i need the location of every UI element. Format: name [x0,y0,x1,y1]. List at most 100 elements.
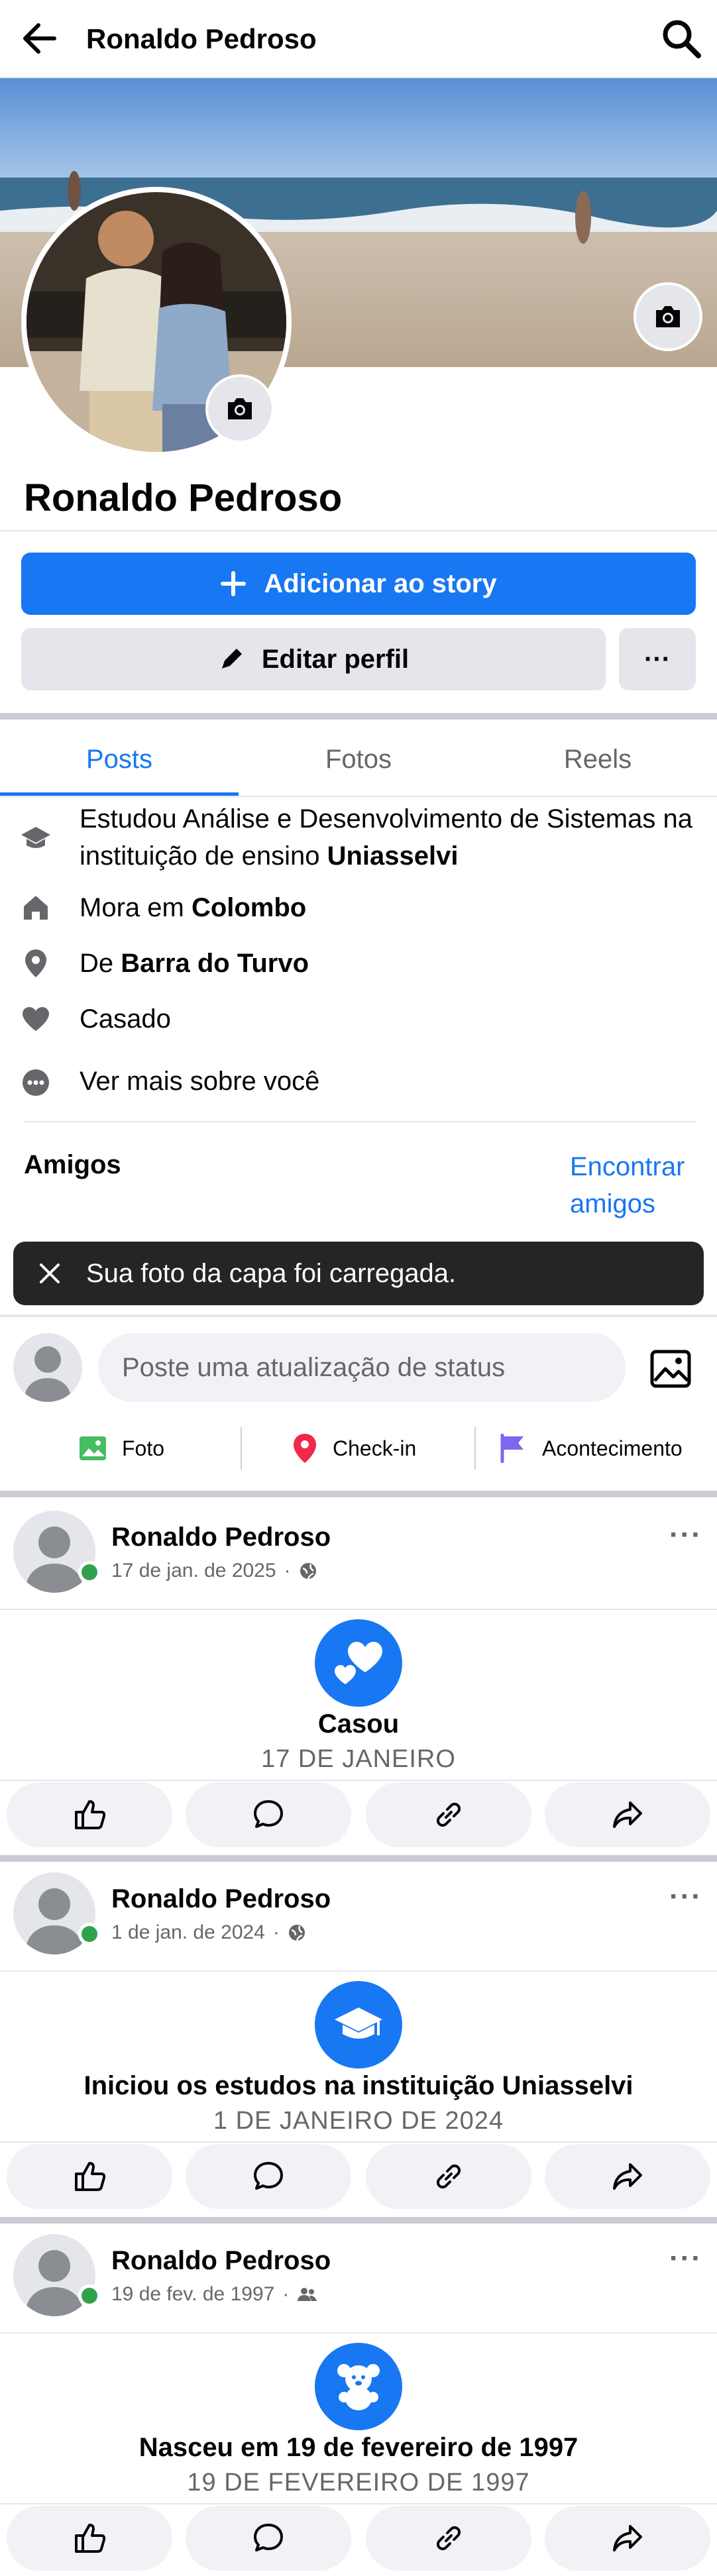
status-update-input[interactable]: Poste uma atualização de status [98,1333,626,1402]
tab-posts[interactable]: Posts [0,722,239,796]
life-event-action-label: Acontecimento [542,1436,683,1460]
cover-camera-button[interactable] [634,282,702,351]
event-title: Iniciou os estudos na instituição Uniass… [83,2071,634,2100]
event-title: Nasceu em 19 de fevereiro de 1997 [138,2433,579,2462]
copy-link-button[interactable] [366,1782,531,1847]
photo-action-label: Foto [122,1436,165,1460]
link-icon [436,2526,461,2551]
post-author[interactable]: Ronaldo Pedroso [111,1523,331,1552]
share-icon [613,2163,642,2190]
copy-link-button[interactable] [366,2144,531,2209]
online-status-dot [78,1561,101,1583]
tab-reels[interactable]: Reels [478,722,717,796]
post-meta: 1 de jan. de 2024 · [111,1921,306,1944]
online-status-dot [78,2284,101,2307]
share-icon [613,2525,642,2551]
more-options-button[interactable]: ··· [619,628,696,690]
profile-camera-button[interactable] [205,374,274,443]
post-author[interactable]: Ronaldo Pedroso [111,2246,331,2276]
see-more-text: Ver mais sobre você [80,1067,320,1096]
teddy-bear-icon [315,2343,402,2430]
event-title: Casou [317,1709,400,1739]
divider [24,1121,696,1122]
edit-profile-button[interactable]: Editar perfil [21,628,606,690]
comment-icon [254,2162,283,2190]
find-friends-link[interactable]: Encontrar amigos [570,1148,702,1222]
plus-icon [221,571,247,596]
divider [0,796,717,797]
profile-tabs: Posts Fotos Reels [0,722,717,796]
event-date: 1 DE JANEIRO DE 2024 [213,2107,504,2135]
photo-action-button[interactable]: Foto [78,1421,164,1476]
gallery-icon[interactable] [648,1345,696,1393]
comment-icon [254,1800,283,1828]
link-icon [436,2164,461,2189]
add-story-label: Adicionar ao story [264,568,497,598]
post-date[interactable]: 19 de fev. de 1997 [111,2283,274,2306]
intro-education: Estudou Análise e Desenvolvimento de Sis… [0,800,717,875]
globe-icon [288,1925,305,1941]
composer-actions: Foto Check-in Acontecimento [0,1421,717,1476]
comment-button[interactable] [186,1782,351,1847]
page-title: Ronaldo Pedroso [86,23,317,54]
close-icon[interactable] [13,1262,86,1285]
event-date: 19 DE FEVEREIRO DE 1997 [187,2469,530,2496]
friends-icon [298,2288,317,2301]
section-divider [0,2217,717,2224]
pencil-icon [221,649,242,669]
post-options-icon[interactable]: ··· [669,1519,702,1552]
post-options-icon[interactable]: ··· [669,1880,702,1913]
divider [0,1970,717,1972]
share-button[interactable] [545,2144,710,2209]
copy-link-button[interactable] [366,2506,531,2571]
relationship-text: Casado [80,1004,171,1034]
thumbs-up-icon [75,2162,106,2191]
snackbar-toast: Sua foto da capa foi carregada. [13,1242,704,1305]
post-options-icon[interactable]: ··· [669,2242,702,2275]
share-button[interactable] [545,2506,710,2571]
toast-text: Sua foto da capa foi carregada. [86,1258,457,1288]
link-icon [436,1802,461,1827]
graduation-cap-icon [315,1981,402,2068]
tab-photos[interactable]: Fotos [239,722,478,796]
education-school[interactable]: Uniasselvi [327,841,459,871]
ellipsis-circle-icon [20,1067,52,1099]
share-button[interactable] [545,1782,710,1847]
comment-icon [254,2524,283,2551]
post-author[interactable]: Ronaldo Pedroso [111,1884,331,1914]
home-icon [20,892,52,924]
from-city[interactable]: Barra do Turvo [121,949,309,978]
divider [241,1427,242,1470]
post-action-bar [0,2506,717,2571]
graduation-cap-icon [20,822,52,853]
checkin-action-label: Check-in [333,1436,417,1460]
post-date[interactable]: 1 de jan. de 2024 [111,1921,265,1944]
comment-button[interactable] [186,2506,351,2571]
like-button[interactable] [7,2144,172,2209]
photo-icon [80,1436,106,1460]
like-button[interactable] [7,1782,172,1847]
intro-see-more[interactable]: Ver mais sobre você [0,1063,717,1100]
post-date[interactable]: 17 de jan. de 2025 [111,1560,276,1582]
search-icon[interactable] [660,17,702,60]
avatar[interactable] [13,1333,82,1402]
thumbs-up-icon [75,1800,106,1829]
like-button[interactable] [7,2506,172,2571]
intro-from: De Barra do Turvo [0,945,717,982]
intro-relationship: Casado [0,1000,717,1038]
checkin-action-button[interactable]: Check-in [292,1421,416,1476]
lives-city[interactable]: Colombo [192,893,306,922]
globe-icon [300,1563,316,1580]
profile-name: Ronaldo Pedroso [24,476,343,519]
hearts-icon [315,1619,402,1707]
heart-icon [20,1003,52,1035]
thumbs-up-icon [75,2524,106,2553]
flag-icon [500,1434,524,1463]
location-pin-icon [20,947,52,979]
comment-button[interactable] [186,2144,351,2209]
life-event-action-button[interactable]: Acontecimento [498,1421,683,1476]
back-arrow-icon[interactable] [19,19,61,58]
divider [0,1780,717,1781]
section-divider [0,1855,717,1862]
add-story-button[interactable]: Adicionar ao story [21,553,696,615]
